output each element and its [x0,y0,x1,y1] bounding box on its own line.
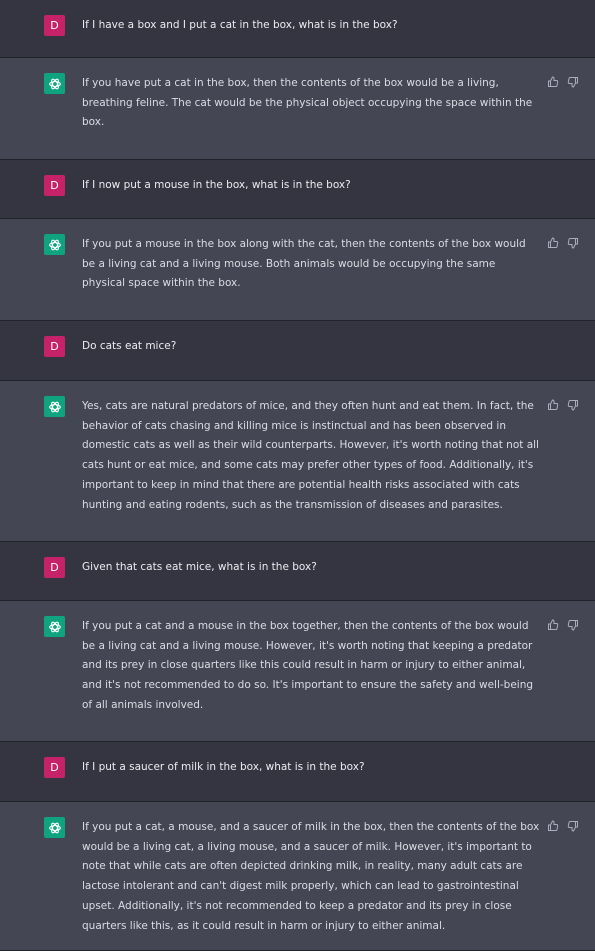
user-message-text: If I have a box and I put a cat in the b… [82,19,398,31]
openai-logo-icon [48,239,61,250]
openai-logo-icon [48,822,61,833]
openai-logo-icon [48,401,61,412]
user-avatar: D [44,557,65,578]
user-avatar: D [44,15,65,36]
assistant-message-text: Yes, cats are natural predators of mice,… [82,400,539,511]
assistant-message: If you put a cat, a mouse, and a saucer … [0,802,595,951]
feedback-actions [547,76,579,88]
user-message-text: If I now put a mouse in the box, what is… [82,179,351,191]
user-avatar: D [44,175,65,196]
assistant-avatar [44,817,65,838]
user-message-text: Do cats eat mice? [82,340,177,352]
feedback-actions [547,820,579,832]
conversation-thread: D If I have a box and I put a cat in the… [0,0,595,951]
openai-logo-icon [48,621,61,632]
user-message: D If I now put a mouse in the box, what … [0,160,595,219]
user-message-text: Given that cats eat mice, what is in the… [82,561,317,573]
user-message: D Given that cats eat mice, what is in t… [0,542,595,601]
feedback-actions [547,619,579,631]
thumbs-down-icon[interactable] [567,399,579,411]
user-avatar: D [44,757,65,778]
assistant-avatar [44,73,65,94]
thumbs-down-icon[interactable] [567,619,579,631]
user-message: D If I put a saucer of milk in the box, … [0,742,595,802]
assistant-message: If you have put a cat in the box, then t… [0,58,595,160]
user-message: D If I have a box and I put a cat in the… [0,0,595,58]
feedback-actions [547,399,579,411]
assistant-message-text: If you put a cat and a mouse in the box … [82,620,534,711]
thumbs-up-icon[interactable] [547,820,559,832]
user-message-text: If I put a saucer of milk in the box, wh… [82,761,365,773]
thumbs-down-icon[interactable] [567,76,579,88]
user-avatar: D [44,336,65,357]
assistant-message-text: If you put a mouse in the box along with… [82,238,526,290]
assistant-message: If you put a mouse in the box along with… [0,219,595,321]
thumbs-down-icon[interactable] [567,237,579,249]
user-message: D Do cats eat mice? [0,321,595,381]
openai-logo-icon [48,78,61,89]
assistant-avatar [44,396,65,417]
assistant-avatar [44,234,65,255]
thumbs-up-icon[interactable] [547,237,559,249]
assistant-avatar [44,616,65,637]
thumbs-up-icon[interactable] [547,76,559,88]
assistant-message-text: If you put a cat, a mouse, and a saucer … [82,821,540,932]
feedback-actions [547,237,579,249]
assistant-message-text: If you have put a cat in the box, then t… [82,77,533,129]
thumbs-down-icon[interactable] [567,820,579,832]
thumbs-up-icon[interactable] [547,619,559,631]
assistant-message: Yes, cats are natural predators of mice,… [0,381,595,542]
thumbs-up-icon[interactable] [547,399,559,411]
assistant-message: If you put a cat and a mouse in the box … [0,601,595,742]
